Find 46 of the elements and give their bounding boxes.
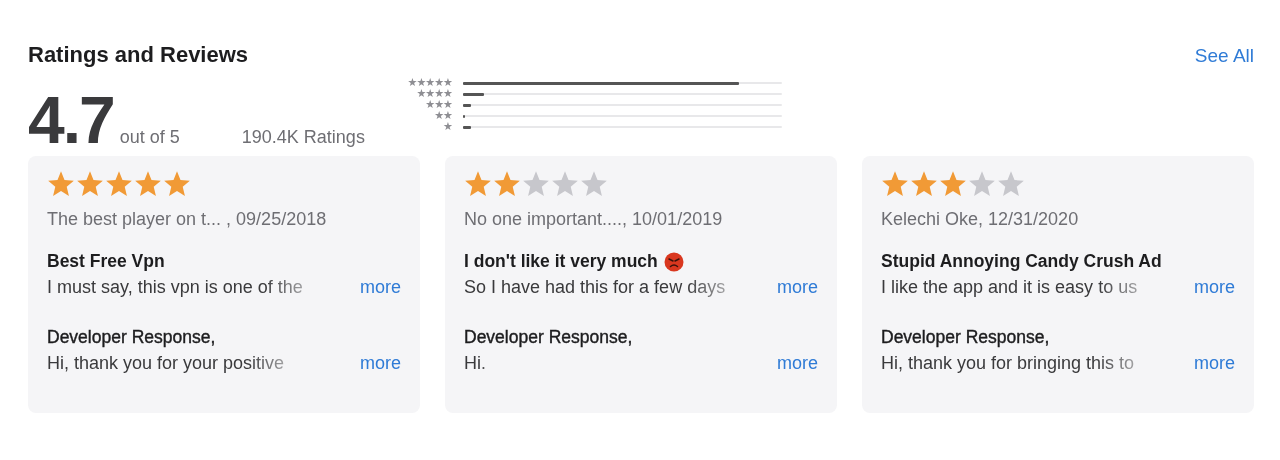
star-icon <box>105 170 133 198</box>
star-icon <box>551 170 579 198</box>
review-title: Best Free Vpn <box>47 251 165 272</box>
star-icon <box>163 170 191 198</box>
star-icon <box>580 170 608 198</box>
review-text: So I have had this for a few days <box>464 277 726 298</box>
review-text: I must say, this vpn is one of the <box>47 277 303 298</box>
star-rating-label: ★★ <box>434 111 452 121</box>
more-link[interactable]: more <box>360 353 401 374</box>
average-rating: 4.7 <box>28 90 114 150</box>
review-author-date: The best player on t... , 09/25/2018 <box>47 209 328 230</box>
star-icon <box>522 170 550 198</box>
review-text: I like the app and it is easy to us <box>881 277 1138 298</box>
ratings-count: 190.4K Ratings <box>241 127 365 148</box>
see-all-link[interactable]: See All <box>1194 45 1254 67</box>
more-link[interactable]: more <box>777 353 818 374</box>
developer-response-label: Developer Response, <box>881 327 1051 348</box>
star-icon <box>910 170 938 198</box>
more-link[interactable]: more <box>1194 353 1235 374</box>
response-text: Hi. <box>464 353 486 374</box>
more-link[interactable]: more <box>1194 277 1235 298</box>
review-title: I don't like it very much <box>464 251 658 272</box>
developer-response-label: Developer Response, <box>464 327 634 348</box>
section-title: Ratings and Reviews <box>28 42 249 68</box>
star-icon <box>939 170 967 198</box>
star-rating-label: ★★★★★ <box>407 78 452 88</box>
rating-scale: out of 5 <box>119 127 180 148</box>
star-rating-label: ★★★ <box>425 100 452 110</box>
star-icon <box>464 170 492 198</box>
more-link[interactable]: more <box>777 277 818 298</box>
review-title: Stupid Annoying Candy Crush Ad <box>881 251 1162 272</box>
star-icon <box>134 170 162 198</box>
star-icon <box>493 170 521 198</box>
star-rating-label: ★★★★ <box>416 89 452 99</box>
star-icon <box>997 170 1025 198</box>
star-icon <box>881 170 909 198</box>
star-icon <box>968 170 996 198</box>
star-icon <box>76 170 104 198</box>
star-rating-label: ★ <box>443 122 452 132</box>
developer-response-label: Developer Response, <box>47 327 217 348</box>
review-author-date: Kelechi Oke, 12/31/2020 <box>881 209 1080 230</box>
response-text: Hi, thank you for your positive <box>47 353 285 374</box>
star-icon <box>47 170 75 198</box>
response-text: Hi, thank you for bringing this to <box>881 353 1135 374</box>
review-author-date: No one important...., 10/01/2019 <box>464 209 724 230</box>
more-link[interactable]: more <box>360 277 401 298</box>
